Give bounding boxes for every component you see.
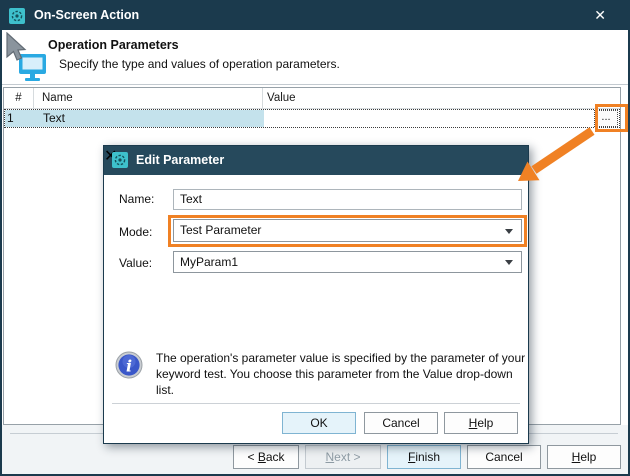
page-subtitle: Specify the type and values of operation… (59, 57, 340, 71)
ok-button[interactable]: OK (282, 412, 356, 434)
edit-parameter-dialog: Edit Parameter ✕ Name: Text Mode: Test P… (103, 145, 529, 444)
finish-button[interactable]: Finish (387, 445, 461, 469)
name-label: Name: (119, 192, 154, 206)
mode-dropdown[interactable]: Test Parameter (173, 219, 522, 242)
row-name-cell[interactable]: Text (35, 110, 264, 127)
row-value-cell[interactable] (264, 110, 619, 127)
table-header-row: # Name Value (4, 88, 620, 109)
column-header-num[interactable]: # (4, 88, 34, 108)
app-icon (112, 152, 128, 168)
mode-label: Mode: (119, 225, 152, 239)
svg-text:i: i (126, 357, 132, 376)
info-message: The operation's parameter value is speci… (156, 350, 528, 398)
row-number-cell[interactable]: 1 (5, 110, 35, 127)
ellipsis-button[interactable]: ... (594, 110, 618, 127)
value-dropdown[interactable]: MyParam1 (173, 251, 522, 273)
chevron-down-icon[interactable] (505, 260, 513, 265)
back-button[interactable]: < Back (233, 445, 299, 469)
edit-dialog-divider (112, 403, 520, 404)
close-icon[interactable]: ✕ (594, 7, 606, 24)
value-label: Value: (119, 256, 152, 270)
column-header-value[interactable]: Value (263, 88, 620, 108)
app-icon (9, 8, 25, 24)
on-screen-action-dialog: On-Screen Action ✕ Operation Parameters … (0, 0, 630, 476)
cancel-button[interactable]: Cancel (364, 412, 438, 434)
column-header-name[interactable]: Name (34, 88, 263, 108)
cancel-button[interactable]: Cancel (467, 445, 541, 469)
window-title: On-Screen Action (34, 8, 139, 22)
help-button[interactable]: Help (444, 412, 518, 434)
page-title: Operation Parameters (48, 38, 179, 52)
edit-dialog-title: Edit Parameter (136, 153, 224, 167)
wizard-header: Operation Parameters Specify the type an… (2, 30, 628, 85)
main-titlebar: On-Screen Action ✕ (2, 2, 628, 30)
table-row[interactable]: 1 Text ... (4, 109, 620, 128)
edit-dialog-titlebar: Edit Parameter ✕ (104, 146, 528, 175)
next-button: Next > (305, 445, 381, 469)
info-line-1: The operation's parameter value is speci… (156, 350, 528, 366)
chevron-down-icon[interactable] (505, 229, 513, 234)
info-icon: i (115, 351, 143, 379)
help-button[interactable]: Help (547, 445, 621, 469)
name-field[interactable]: Text (173, 189, 522, 210)
info-line-2: keyword test. You choose this parameter … (156, 366, 528, 398)
